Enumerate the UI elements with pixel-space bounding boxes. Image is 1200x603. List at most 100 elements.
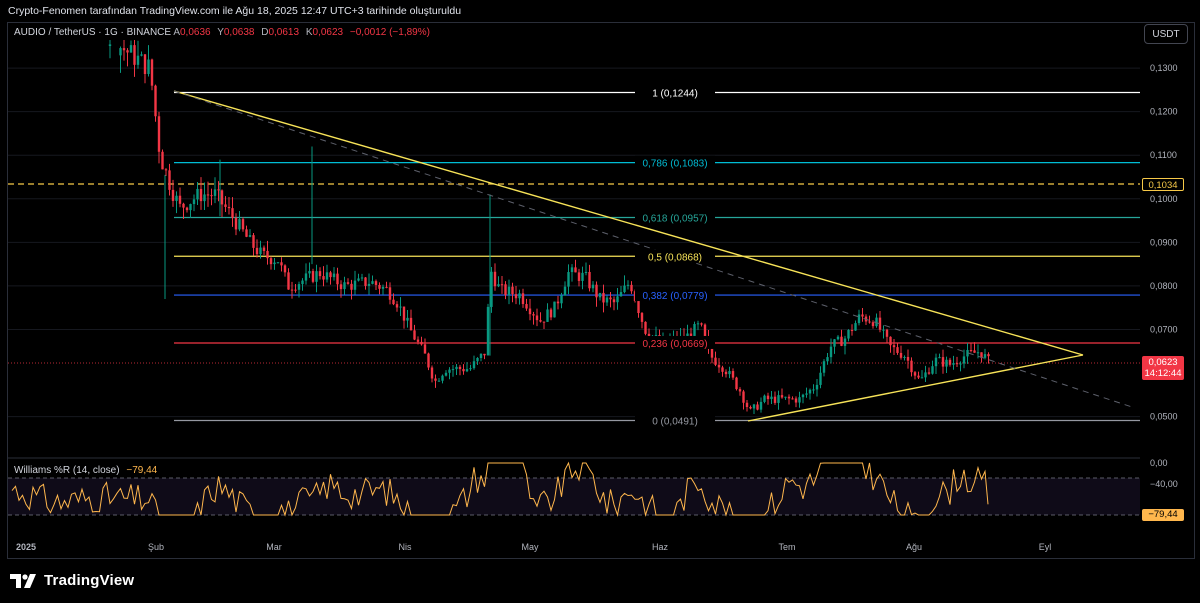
candle-body: [553, 301, 556, 318]
candle-body: [528, 308, 532, 315]
candle-body: [525, 304, 528, 309]
candle-body: [927, 372, 931, 374]
candle-body: [885, 329, 889, 337]
candle-body: [409, 317, 413, 331]
candle-body: [171, 189, 175, 201]
candle-body: [136, 55, 140, 65]
candle-body: [395, 304, 399, 308]
time-axis-label: Şub: [148, 542, 164, 552]
candle-body: [507, 286, 511, 296]
candle-body: [766, 395, 770, 400]
candle-body: [875, 317, 878, 327]
last-price-value: 0,0623: [1148, 357, 1178, 368]
candle-body: [154, 85, 157, 117]
candle-body: [262, 247, 266, 251]
price-axis-label: 0,1200: [1150, 107, 1178, 117]
chart-canvas[interactable]: 1 (0,1244) 0,786 (0,1083) 0,618 (0,0957) 0,…: [0, 0, 1200, 565]
open-label: A: [173, 27, 180, 38]
close-label: K: [305, 27, 313, 38]
candle-body: [259, 247, 262, 255]
candle-body: [805, 393, 808, 395]
candle-body: [231, 208, 234, 218]
currency-button[interactable]: USDT: [1144, 24, 1188, 44]
tradingview-logo[interactable]: TradingView: [10, 572, 134, 589]
candle-body: [623, 285, 626, 293]
candle-body: [178, 195, 182, 204]
chart-grid: [8, 67, 1140, 418]
indicator-name[interactable]: Williams %R (14, close): [14, 465, 120, 476]
candle-body: [490, 271, 493, 307]
candle-body: [357, 278, 360, 281]
candle-body: [164, 169, 168, 171]
candle-body: [479, 353, 483, 358]
candle-body: [892, 345, 896, 348]
candle-body: [388, 287, 392, 300]
symbol-name[interactable]: AUDIO / TetherUS · 1G · BINANCE: [14, 27, 171, 38]
candle-body: [269, 258, 273, 265]
candle-body: [847, 330, 850, 339]
price-axis-label: 0,0900: [1150, 237, 1178, 247]
candle-body: [339, 284, 343, 290]
candle-body: [773, 396, 777, 403]
candle-body: [322, 276, 325, 280]
candle-body: [738, 389, 742, 392]
candle-body: [903, 356, 906, 358]
candle-body: [273, 262, 276, 265]
wr-axis-label: −40,00: [1150, 479, 1178, 489]
price-axis-label: 0,1100: [1150, 150, 1177, 160]
candle-body: [955, 363, 959, 365]
candle-body: [301, 280, 304, 285]
candle-body: [836, 336, 840, 340]
candle-body: [717, 364, 721, 368]
candle-body: [371, 281, 374, 284]
candle-body: [311, 271, 315, 282]
candle-body: [959, 363, 962, 365]
open-value: 0,0636: [179, 27, 211, 38]
time-axis-label: Haz: [652, 542, 669, 552]
bar-countdown: 14:12:44: [1144, 368, 1182, 379]
candle-body: [493, 271, 497, 287]
candle-body: [626, 284, 630, 286]
candle-body: [539, 320, 542, 322]
candle-body: [703, 324, 707, 337]
symbol-info-line[interactable]: AUDIO / TetherUS · 1G · BINANCE A0,0636 …: [14, 27, 434, 38]
candle-body: [332, 273, 336, 278]
candle-body: [812, 389, 815, 391]
candle-body: [385, 286, 388, 288]
candle-body: [315, 271, 318, 282]
candle-body: [693, 324, 696, 338]
candle-body: [882, 329, 885, 331]
candle-body: [199, 188, 203, 202]
candle-body: [987, 354, 990, 357]
candle-body: [752, 404, 756, 409]
candle-body: [556, 301, 560, 304]
candle-body: [696, 323, 700, 325]
candle-body: [448, 369, 451, 373]
candle-body: [801, 394, 805, 398]
candle-body: [605, 297, 609, 303]
candle-body: [826, 357, 829, 362]
time-axis-label: Mar: [266, 542, 282, 552]
candle-body: [329, 272, 332, 278]
candle-body: [542, 321, 546, 323]
candle-body: [948, 359, 952, 365]
candle-body: [899, 352, 903, 358]
candle-body: [763, 395, 766, 402]
candle-body: [700, 323, 703, 325]
candle-body: [938, 357, 941, 359]
indicator-legend[interactable]: Williams %R (14, close) −79,44: [14, 465, 157, 476]
candle-body: [612, 299, 616, 303]
candle-body: [532, 314, 535, 316]
candle-body: [581, 272, 584, 281]
candle-body: [360, 277, 364, 279]
candle-body: [462, 369, 465, 372]
candle-body: [441, 375, 444, 381]
candle-body: [577, 272, 581, 281]
candle-body: [423, 344, 427, 354]
candle-body: [511, 286, 514, 295]
candle-body: [318, 271, 322, 277]
price-axis-label: 0,0700: [1150, 324, 1178, 334]
candle-body: [353, 280, 357, 290]
fib-level-label: 0,618 (0,0957): [642, 214, 707, 225]
time-axis-label: May: [521, 542, 539, 552]
